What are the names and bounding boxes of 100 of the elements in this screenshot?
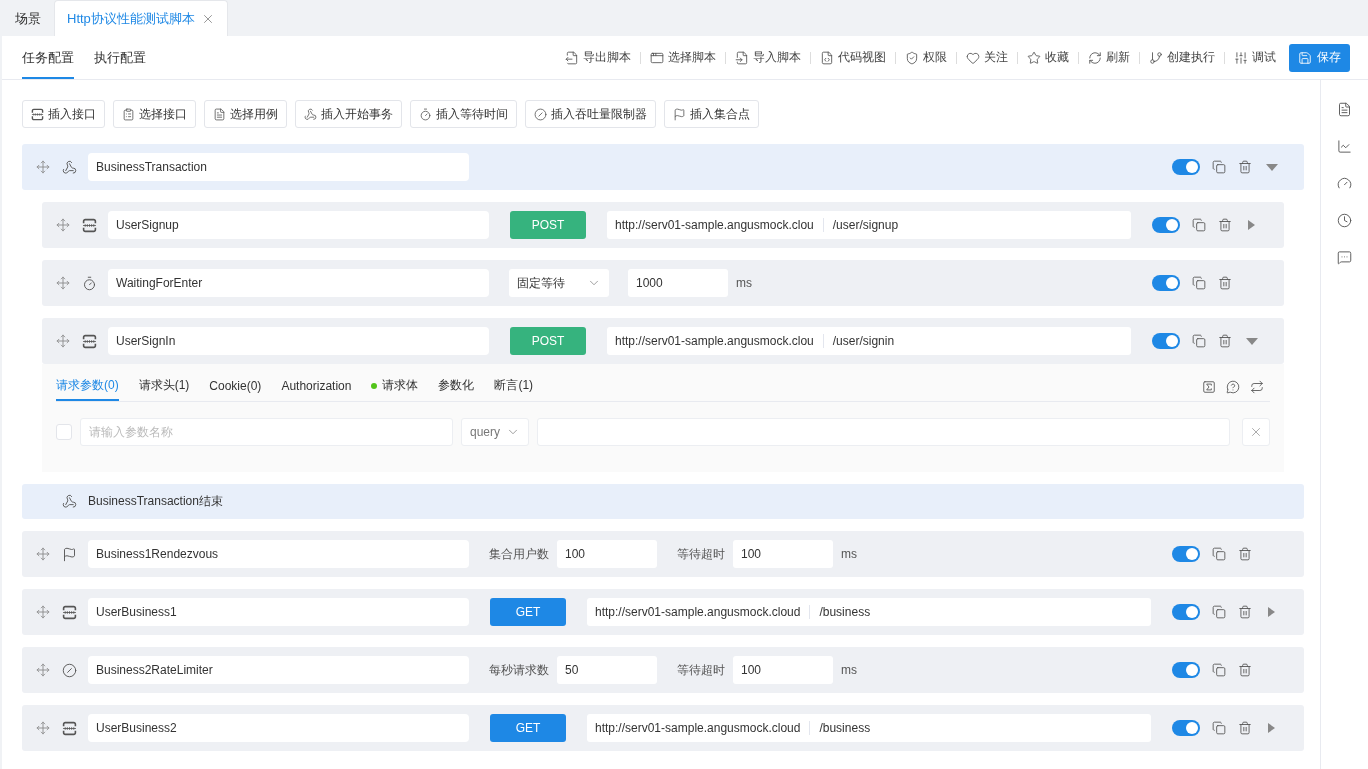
toolbar-button[interactable]: 创建执行 [1140,47,1224,68]
name-field[interactable]: Business2RateLimiter [88,656,469,684]
toolbar-button[interactable]: 导入脚本 [726,47,810,68]
copy-button[interactable] [1192,334,1206,348]
document-icon[interactable] [1337,102,1352,117]
request-tab[interactable]: Authorization [281,372,352,401]
drag-handle-icon[interactable] [36,605,50,619]
delete-button[interactable] [1238,160,1252,174]
toggle-switch[interactable] [1172,662,1200,678]
path-text: /business [818,605,871,619]
count-field[interactable]: 100 [557,540,657,568]
request-tab[interactable]: 请求体 [371,372,419,401]
name-field[interactable]: BusinessTransaction [88,153,469,181]
method-button[interactable]: GET [490,598,566,626]
name-field[interactable]: WaitingForEnter [108,269,489,297]
insert-button[interactable]: 插入开始事务 [295,100,402,128]
drag-handle-icon[interactable] [56,334,70,348]
url-field[interactable]: http://serv01-sample.angusmock.clou /user/signin [607,327,1131,355]
toggle-switch[interactable] [1152,333,1180,349]
drag-handle-icon[interactable] [56,276,70,290]
location-select[interactable]: query [461,418,529,446]
expand-caret-icon[interactable] [1248,220,1255,230]
collapse-caret-icon[interactable] [1266,163,1278,171]
clock-icon[interactable] [1337,213,1352,228]
insert-button[interactable]: 插入接口 [22,100,105,128]
url-field[interactable]: http://serv01-sample.angusmock.cloud /business [587,714,1151,742]
help-icon[interactable] [1226,379,1240,394]
toggle-switch[interactable] [1172,546,1200,562]
url-field[interactable]: http://serv01-sample.angusmock.clou /user/signup [607,211,1131,239]
request-tab[interactable]: Cookie(0) [209,372,262,401]
wait-time-field[interactable]: 1000 [628,269,728,297]
timeout-field[interactable]: 100 [733,656,833,684]
drag-handle-icon[interactable] [36,663,50,677]
insert-button[interactable]: 插入等待时间 [410,100,517,128]
collapse-caret-icon[interactable] [1246,337,1258,345]
delete-button[interactable] [1238,605,1252,619]
drag-handle-icon[interactable] [36,547,50,561]
copy-button[interactable] [1212,605,1226,619]
delete-button[interactable] [1238,721,1252,735]
toggle-switch[interactable] [1152,275,1180,291]
toggle-switch[interactable] [1172,604,1200,620]
drag-handle-icon[interactable] [56,218,70,232]
param-name-field[interactable]: 请输入参数名称 [80,418,453,446]
toggle-switch[interactable] [1172,159,1200,175]
expand-caret-icon[interactable] [1268,723,1275,733]
toolbar-button[interactable]: 收藏 [1018,47,1078,68]
toolbar-button[interactable]: 选择脚本 [641,47,725,68]
name-field[interactable]: UserBusiness2 [88,714,469,742]
webhook-icon [62,494,77,509]
toolbar-button[interactable]: 关注 [957,47,1017,68]
save-button[interactable]: 保存 [1289,43,1350,72]
copy-button[interactable] [1192,218,1206,232]
repeat-icon[interactable] [1250,379,1264,394]
delete-button[interactable] [1238,547,1252,561]
drag-handle-icon[interactable] [36,160,50,174]
copy-button[interactable] [1192,276,1206,290]
request-tab[interactable]: 断言(1) [494,372,534,401]
gauge-icon[interactable] [1337,176,1352,191]
insert-button[interactable]: 选择用例 [204,100,287,128]
toolbar-button[interactable]: 刷新 [1079,47,1139,68]
config-tab[interactable]: 执行配置 [94,36,146,79]
toolbar-button[interactable]: 权限 [896,47,956,68]
copy-button[interactable] [1212,663,1226,677]
expand-caret-icon[interactable] [1268,607,1275,617]
name-field[interactable]: UserSignup [108,211,489,239]
toolbar-button[interactable]: 代码视图 [811,47,895,68]
page-tab[interactable]: Http协议性能测试脚本 [54,0,228,36]
delete-button[interactable] [1218,276,1232,290]
request-tab[interactable]: 请求参数(0) [56,372,119,401]
timeout-field[interactable]: 100 [733,540,833,568]
insert-button[interactable]: 插入集合点 [664,100,759,128]
request-tab[interactable]: 请求头(1) [138,372,190,401]
page-tab[interactable]: 场景 [2,0,54,36]
name-field[interactable]: Business1Rendezvous [88,540,469,568]
checkbox[interactable] [56,424,72,440]
copy-button[interactable] [1212,547,1226,561]
comment-icon[interactable] [1337,250,1352,265]
insert-button[interactable]: 插入吞吐量限制器 [525,100,656,128]
name-field[interactable]: UserBusiness1 [88,598,469,626]
toggle-switch[interactable] [1172,720,1200,736]
delete-button[interactable] [1238,663,1252,677]
toolbar-button[interactable]: 调试 [1225,47,1285,68]
delete-button[interactable] [1218,334,1232,348]
wait-mode-select[interactable]: 固定等待 [509,269,609,297]
toggle-switch[interactable] [1152,217,1180,233]
request-tab[interactable]: 参数化 [438,372,475,401]
copy-button[interactable] [1212,160,1226,174]
method-button[interactable]: GET [490,714,566,742]
line-chart-icon[interactable] [1337,139,1352,154]
name-field[interactable]: UserSignIn [108,327,489,355]
config-tab[interactable]: 任务配置 [22,36,74,79]
copy-button[interactable] [1212,721,1226,735]
drag-handle-icon[interactable] [36,721,50,735]
api-icon [82,217,97,233]
count-field[interactable]: 50 [557,656,657,684]
sigma-icon[interactable] [1202,379,1216,394]
toolbar-button[interactable]: 导出脚本 [556,47,640,68]
insert-button[interactable]: 选择接口 [113,100,196,128]
delete-button[interactable] [1218,218,1232,232]
url-field[interactable]: http://serv01-sample.angusmock.cloud /business [587,598,1151,626]
